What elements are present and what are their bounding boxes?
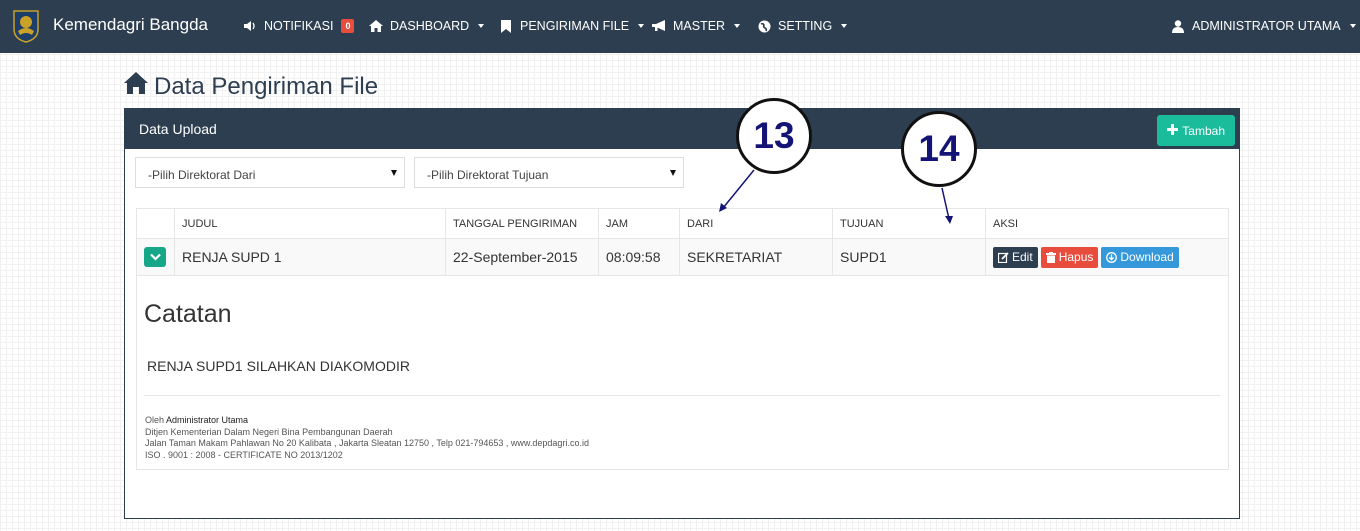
annotation-arrows: [719, 169, 953, 224]
annotation-14: 14: [901, 111, 977, 187]
annotation-13: 13: [736, 98, 812, 174]
